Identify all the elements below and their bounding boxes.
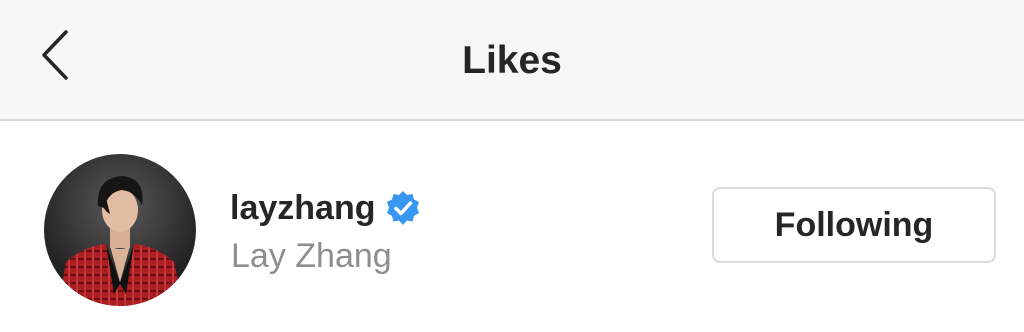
page-title: Likes <box>462 39 562 82</box>
verified-badge-icon <box>385 190 421 226</box>
username-line: layzhang <box>230 185 421 231</box>
nav-header: Likes <box>0 0 1024 121</box>
username[interactable]: layzhang <box>230 187 375 229</box>
list-item[interactable]: layzhang Lay Zhang Following <box>0 121 1024 332</box>
following-button[interactable]: Following <box>712 187 996 263</box>
full-name: Lay Zhang <box>231 237 392 275</box>
likes-screen: Likes layzhang Lay Zhang Following <box>0 0 1024 332</box>
avatar[interactable] <box>44 154 196 306</box>
